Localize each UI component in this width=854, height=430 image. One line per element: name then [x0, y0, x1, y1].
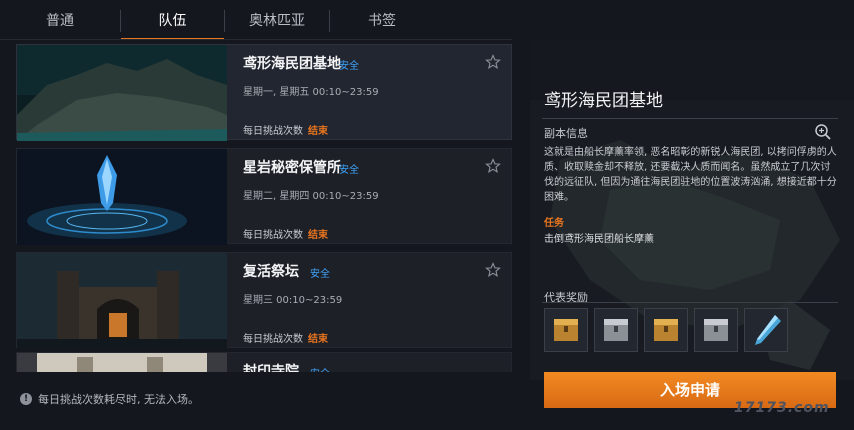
- dungeon-name: 封印寺院: [243, 364, 299, 372]
- tab-olympia[interactable]: 奥林匹亚: [225, 2, 329, 40]
- dungeon-thumbnail: [17, 149, 227, 245]
- silver-chest-icon[interactable]: [694, 308, 738, 352]
- dungeon-detail-panel: 鸢形海民团基地 副本信息 这就是由船长摩薰率领, 恶名昭彰的新锐人海民团, 以拷…: [530, 40, 854, 380]
- golden-chest-icon[interactable]: [644, 308, 688, 352]
- detail-title: 鸢形海民团基地: [544, 91, 663, 111]
- dungeon-info-label: 副本信息: [544, 127, 588, 140]
- dungeon-name: 复活祭坛: [243, 264, 299, 280]
- dungeon-schedule: 星期二, 星期四 00:10~23:59: [243, 191, 379, 202]
- dungeon-schedule: 星期三 00:10~23:59: [243, 295, 343, 306]
- safety-badge: 安全: [339, 165, 359, 176]
- warning-text: 每日挑战次数耗尽时, 无法入场。: [38, 393, 199, 406]
- tab-underline: [0, 39, 512, 40]
- dungeon-card[interactable]: 复活祭坛 安全 星期三 00:10~23:59 每日挑战次数 结束: [16, 252, 512, 349]
- safety-badge: 安全: [339, 61, 359, 72]
- dungeon-list: 鸢形海民团基地 安全 星期一, 星期五 00:10~23:59 每日挑战次数 结…: [16, 44, 512, 372]
- bookmark-star-icon[interactable]: [485, 158, 501, 174]
- task-label: 任务: [544, 218, 564, 229]
- crystal-weapon-icon[interactable]: [744, 308, 788, 352]
- dungeon-schedule: 星期一, 星期五 00:10~23:59: [243, 87, 379, 98]
- daily-limit-label: 每日挑战次数: [243, 230, 303, 241]
- zoom-icon[interactable]: [814, 123, 832, 141]
- tab-bookmark[interactable]: 书签: [330, 2, 434, 40]
- divider: [542, 118, 838, 119]
- bookmark-star-icon[interactable]: [485, 54, 501, 70]
- tab-normal[interactable]: 普通: [0, 2, 120, 40]
- bookmark-star-icon[interactable]: [485, 262, 501, 278]
- daily-limit-label: 每日挑战次数: [243, 126, 303, 137]
- dungeon-description: 这就是由船长摩薰率领, 恶名昭彰的新锐人海民团, 以拷问俘虏的人质、收取赎金却不…: [544, 147, 837, 203]
- tab-party[interactable]: 队伍: [121, 2, 224, 40]
- daily-limit-status: 结束: [308, 126, 328, 137]
- warning-icon: !: [20, 393, 32, 405]
- dungeon-thumbnail: [17, 45, 227, 141]
- tab-bar: 普通 队伍 奥林匹亚 书签: [0, 0, 440, 40]
- daily-limit-status: 结束: [308, 334, 328, 345]
- divider: [542, 302, 838, 303]
- safety-badge: 安全: [310, 269, 330, 280]
- safety-badge: 安全: [310, 365, 330, 372]
- dungeon-name: 星岩秘密保管所: [243, 160, 341, 176]
- silver-chest-icon[interactable]: [594, 308, 638, 352]
- dungeon-name: 鸢形海民团基地: [243, 56, 341, 72]
- dungeon-card[interactable]: 星岩秘密保管所 安全 星期二, 星期四 00:10~23:59 每日挑战次数 结…: [16, 148, 512, 245]
- dungeon-thumbnail: [17, 353, 227, 372]
- reward-list: [544, 308, 788, 352]
- dungeon-card[interactable]: 封印寺院 安全: [16, 352, 512, 372]
- daily-limit-status: 结束: [308, 230, 328, 241]
- dungeon-card[interactable]: 鸢形海民团基地 安全 星期一, 星期五 00:10~23:59 每日挑战次数 结…: [16, 44, 512, 141]
- site-watermark: 17173.com: [734, 400, 830, 416]
- entry-warning: ! 每日挑战次数耗尽时, 无法入场。: [20, 391, 199, 407]
- dungeon-thumbnail: [17, 253, 227, 349]
- task-text: 击倒鸢形海民团船长摩薰: [544, 234, 654, 245]
- golden-chest-icon[interactable]: [544, 308, 588, 352]
- daily-limit-label: 每日挑战次数: [243, 334, 303, 345]
